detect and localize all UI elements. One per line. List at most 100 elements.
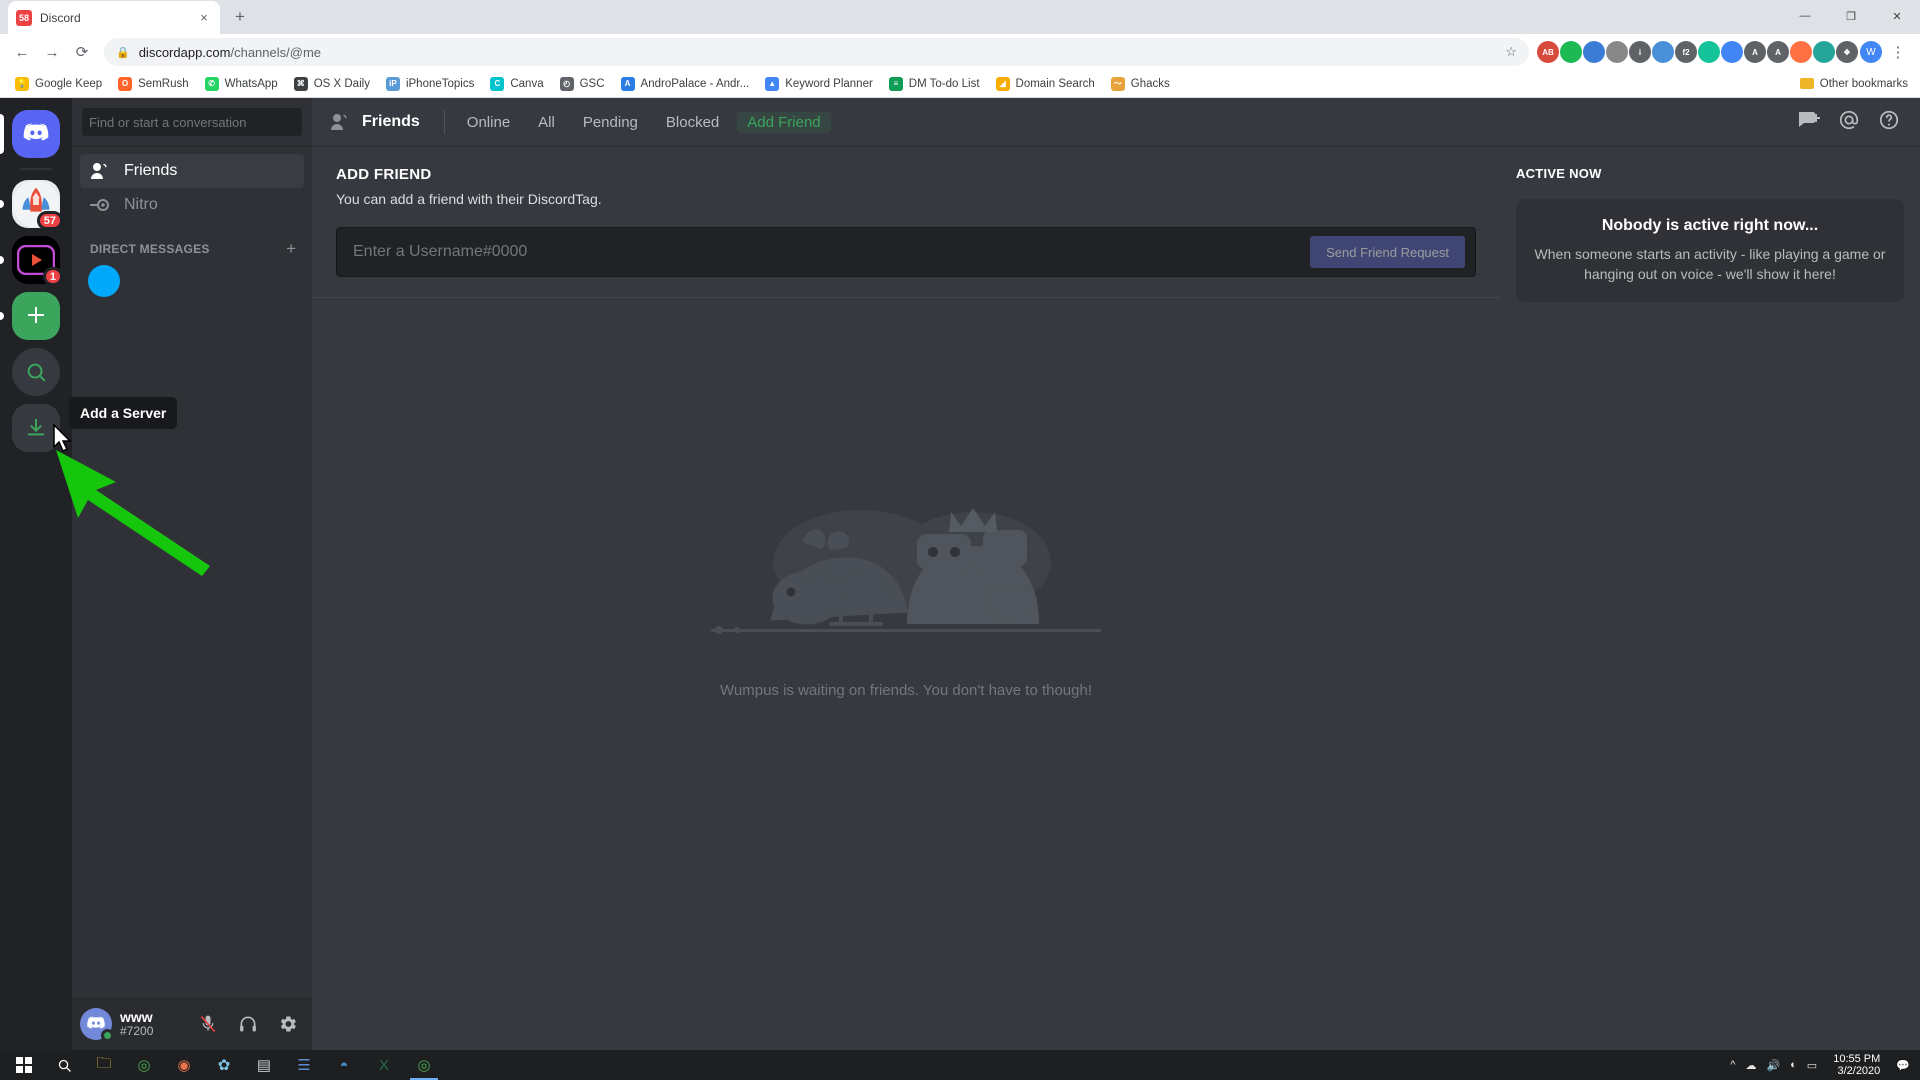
create-dm-icon[interactable]: + bbox=[286, 240, 296, 257]
back-icon[interactable]: ← bbox=[8, 38, 36, 66]
guild-item-server-1[interactable]: 57 bbox=[0, 180, 72, 230]
profile-avatar[interactable]: W bbox=[1860, 41, 1882, 63]
start-button[interactable] bbox=[4, 1050, 44, 1080]
earth-taskbar-icon[interactable]: ◓ bbox=[324, 1050, 364, 1080]
bookmark-item[interactable]: O SemRush bbox=[111, 74, 196, 94]
file-explorer-taskbar-icon[interactable]: 🗀 bbox=[84, 1050, 124, 1080]
active-now-heading: Nobody is active right now... bbox=[1601, 217, 1819, 234]
mic-muted-icon[interactable] bbox=[192, 1008, 224, 1040]
guild-item-home[interactable] bbox=[0, 110, 72, 158]
battery-tray-icon[interactable]: ▭ bbox=[1807, 1059, 1817, 1072]
chrome-menu-icon[interactable]: ⋮ bbox=[1884, 38, 1912, 66]
sidebar-item-friends[interactable]: Friends bbox=[80, 154, 304, 188]
bookmark-label: WhatsApp bbox=[224, 77, 278, 90]
bookmark-item[interactable]: C Canva bbox=[483, 74, 550, 94]
chrome-browser-window: 58 Discord × + — ❐ ✕ ← → ⟳ 🔒 discordapp.… bbox=[0, 0, 1920, 1050]
f2-extension[interactable]: f2 bbox=[1675, 41, 1697, 63]
translate-extension[interactable] bbox=[1721, 41, 1743, 63]
show-hidden-icons[interactable]: ^ bbox=[1730, 1059, 1735, 1071]
help-icon[interactable] bbox=[1878, 109, 1900, 136]
inbox-icon[interactable] bbox=[1838, 109, 1860, 136]
tab-pending[interactable]: Pending bbox=[573, 112, 648, 133]
guild-item-add-server[interactable] bbox=[0, 292, 72, 340]
close-window-button[interactable]: ✕ bbox=[1874, 0, 1920, 32]
bookmark-label: iPhoneTopics bbox=[405, 77, 475, 90]
other-bookmarks-button[interactable]: Other bookmarks bbox=[1799, 78, 1912, 90]
chrome-taskbar-icon[interactable]: ◎ bbox=[124, 1050, 164, 1080]
dm-list-item[interactable] bbox=[80, 261, 304, 301]
bookmark-star-icon[interactable]: ☆ bbox=[1505, 44, 1517, 60]
bookmark-item[interactable]: ≡ DM To-do List bbox=[882, 74, 987, 94]
avatar[interactable] bbox=[80, 1007, 114, 1042]
letter-a2-extension[interactable]: A bbox=[1767, 41, 1789, 63]
blue-box-extension[interactable] bbox=[1583, 41, 1605, 63]
browser-tab-discord[interactable]: 58 Discord × bbox=[8, 1, 220, 34]
puzzle-extension[interactable]: ❖ bbox=[1836, 41, 1858, 63]
address-bar[interactable]: 🔒 discordapp.com/channels/@me ☆ bbox=[104, 38, 1529, 66]
minimize-button[interactable]: — bbox=[1782, 0, 1828, 32]
guild-item-explore[interactable] bbox=[0, 348, 72, 396]
server-1-icon[interactable]: 57 bbox=[12, 180, 63, 230]
onedrive-tray-icon[interactable]: ☁ bbox=[1745, 1059, 1756, 1072]
letter-a-extension[interactable]: A bbox=[1744, 41, 1766, 63]
bookmark-favicon: 💡 bbox=[15, 76, 29, 91]
bookmark-item[interactable]: ◢ Domain Search bbox=[989, 74, 1102, 94]
explore-servers-icon[interactable] bbox=[12, 348, 60, 396]
new-group-dm-icon[interactable] bbox=[1796, 108, 1820, 137]
lock-icon: 🔒 bbox=[116, 46, 130, 59]
tab-add-friend[interactable]: Add Friend bbox=[737, 111, 831, 133]
reload-icon[interactable]: ⟳ bbox=[68, 38, 96, 66]
find-conversation-input[interactable]: Find or start a conversation bbox=[82, 108, 302, 136]
pen-extension[interactable] bbox=[1652, 41, 1674, 63]
notepad-taskbar-icon[interactable]: ▤ bbox=[244, 1050, 284, 1080]
gear-icon[interactable] bbox=[272, 1008, 304, 1040]
bookmark-label: Ghacks bbox=[1130, 77, 1170, 90]
headphones-icon[interactable] bbox=[232, 1008, 264, 1040]
add-friend-input-row[interactable]: Enter a Username#0000 Send Friend Reques… bbox=[336, 227, 1476, 277]
orange-dot-extension[interactable] bbox=[1790, 41, 1812, 63]
bookmark-item[interactable]: 💡 Google Keep bbox=[8, 74, 109, 94]
tab-online[interactable]: Online bbox=[457, 112, 520, 133]
notifications-icon[interactable]: 💬 bbox=[1896, 1059, 1910, 1072]
network-tray-icon[interactable]: ◐ bbox=[1790, 1059, 1797, 1071]
new-tab-button[interactable]: + bbox=[226, 3, 254, 31]
active-now-card: Nobody is active right now... When someo… bbox=[1516, 199, 1904, 303]
photos-taskbar-icon[interactable]: ☰ bbox=[284, 1050, 324, 1080]
green-shield-extension[interactable] bbox=[1560, 41, 1582, 63]
sidebar-item-nitro[interactable]: Nitro bbox=[80, 188, 304, 222]
maximize-button[interactable]: ❐ bbox=[1828, 0, 1874, 32]
bookmark-item[interactable]: ⌘ OS X Daily bbox=[287, 74, 377, 94]
close-tab-icon[interactable]: × bbox=[196, 10, 212, 26]
ads-blocker-extension[interactable]: AB bbox=[1537, 41, 1559, 63]
server-2-icon[interactable]: 1 bbox=[12, 236, 63, 286]
bookmark-item[interactable]: A AndroPalace - Andr... bbox=[614, 74, 757, 94]
paint-taskbar-icon[interactable]: ✿ bbox=[204, 1050, 244, 1080]
bookmark-item[interactable]: ◴ GSC bbox=[553, 74, 612, 94]
bookmark-item[interactable]: ✆ WhatsApp bbox=[198, 74, 285, 94]
bookmark-favicon: ◴ bbox=[559, 76, 574, 91]
grammarly-extension[interactable] bbox=[1698, 41, 1720, 63]
add-a-server-icon[interactable] bbox=[12, 292, 60, 340]
taskbar-clock[interactable]: 10:55 PM 3/2/2020 bbox=[1827, 1053, 1886, 1078]
search-taskbar-icon[interactable] bbox=[44, 1050, 84, 1080]
info-extension[interactable]: i bbox=[1629, 41, 1651, 63]
forward-icon[interactable]: → bbox=[38, 38, 66, 66]
guild-sidebar: 57 1 bbox=[0, 98, 72, 1050]
bookmark-item[interactable]: 〜 Ghacks bbox=[1104, 74, 1177, 94]
teal-extension[interactable] bbox=[1813, 41, 1835, 63]
bookmark-favicon: iP bbox=[385, 76, 400, 91]
volume-tray-icon[interactable]: 🔊 bbox=[1766, 1059, 1780, 1072]
excel-taskbar-icon[interactable]: X bbox=[364, 1050, 404, 1080]
media-taskbar-icon[interactable]: ◉ bbox=[164, 1050, 204, 1080]
guild-item-server-2[interactable]: 1 bbox=[0, 236, 72, 286]
send-friend-request-button[interactable]: Send Friend Request bbox=[1310, 236, 1465, 268]
tab-all[interactable]: All bbox=[528, 112, 565, 133]
bookmark-item[interactable]: ▲ Keyword Planner bbox=[758, 74, 880, 94]
friends-topbar: Friends Online All Pending Blocked Add Frien… bbox=[312, 98, 1920, 146]
lastpass-extension[interactable] bbox=[1606, 41, 1628, 63]
chrome-active-taskbar-icon[interactable]: ◎ bbox=[404, 1050, 444, 1080]
discord-home-icon[interactable] bbox=[12, 110, 60, 158]
tab-blocked[interactable]: Blocked bbox=[656, 112, 729, 133]
username-input[interactable]: Enter a Username#0000 bbox=[353, 243, 1310, 261]
bookmark-item[interactable]: iP iPhoneTopics bbox=[379, 74, 481, 94]
